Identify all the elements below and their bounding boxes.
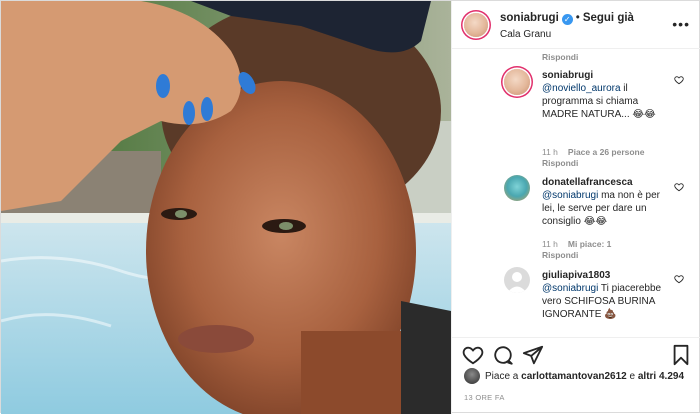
post-header: soniabrugi ✓ • Segui già Cala Granu ••• (452, 1, 700, 49)
default-avatar-icon (507, 272, 527, 293)
share-icon[interactable] (522, 344, 544, 366)
comment-username[interactable]: donatellafrancesca (542, 177, 633, 188)
comment-likes-count[interactable]: Piace a 26 persone (568, 147, 645, 157)
likes-summary: Piace a carlottamantovan2612 e altri 4.2… (485, 371, 684, 382)
commenter-avatar[interactable] (504, 267, 530, 293)
comment-time[interactable]: 11 h (542, 147, 558, 157)
comments-list: Rispondi soniabrugi @noviello_aurora il … (452, 49, 700, 337)
likes-prefix: Piace a (485, 371, 522, 382)
comment-mention[interactable]: @noviello_aurora (542, 83, 621, 94)
liker-username[interactable]: carlottamantovan2612 (521, 371, 627, 382)
comment-icon[interactable] (492, 344, 514, 366)
likes-count[interactable]: altri 4.294 (638, 371, 684, 382)
comment-body: soniabrugi @noviello_aurora il programma… (542, 69, 672, 121)
author-username[interactable]: soniabrugi (500, 12, 559, 24)
instagram-post-modal: soniabrugi ✓ • Segui già Cala Granu ••• Ris… (0, 0, 700, 414)
comment-like-heart-icon[interactable] (674, 75, 684, 85)
post-location[interactable]: Cala Granu (500, 29, 551, 40)
comment-body: giuliapiva1803 @soniabrugi Ti piacerebbe… (542, 269, 662, 321)
comment-username[interactable]: giuliapiva1803 (542, 270, 610, 281)
commenter-avatar[interactable] (504, 69, 530, 95)
post-timestamp[interactable]: 13 ORE FA (464, 393, 505, 402)
comment-like-heart-icon[interactable] (674, 274, 684, 284)
post-side-panel: soniabrugi ✓ • Segui già Cala Granu ••• Ris… (451, 1, 700, 414)
bookmark-icon[interactable] (670, 344, 692, 366)
more-options-icon[interactable]: ••• (672, 17, 690, 31)
likes-connector: e (626, 371, 638, 382)
reply-button[interactable]: Rispondi (542, 250, 578, 260)
following-button[interactable]: Segui già (583, 12, 634, 24)
post-photo[interactable] (1, 1, 451, 414)
separator-dot: • (575, 12, 580, 24)
reply-button[interactable]: Rispondi (542, 52, 578, 62)
comment-time[interactable]: 11 h (542, 239, 558, 249)
comment-mention[interactable]: @soniabrugi (542, 283, 598, 294)
liker-avatar[interactable] (464, 368, 480, 384)
post-photo-image (1, 1, 451, 414)
heart-icon[interactable] (462, 344, 484, 366)
author-avatar[interactable] (464, 13, 488, 37)
comment-body: donatellafrancesca @soniabrugi ma non è … (542, 176, 672, 228)
comment-likes-count[interactable]: Mi piace: 1 (568, 239, 611, 249)
verified-badge-icon: ✓ (561, 14, 573, 25)
comment-meta: 11 h Mi piace: 1 (542, 239, 611, 249)
reply-button[interactable]: Rispondi (542, 158, 578, 168)
comment-username[interactable]: soniabrugi (542, 70, 593, 81)
comment-mention[interactable]: @soniabrugi (542, 190, 598, 201)
commenter-avatar[interactable] (504, 175, 530, 201)
comment-meta: 11 h Piace a 26 persone (542, 147, 644, 157)
author-line: soniabrugi ✓ • Segui già (500, 12, 634, 25)
comment-like-heart-icon[interactable] (674, 182, 684, 192)
